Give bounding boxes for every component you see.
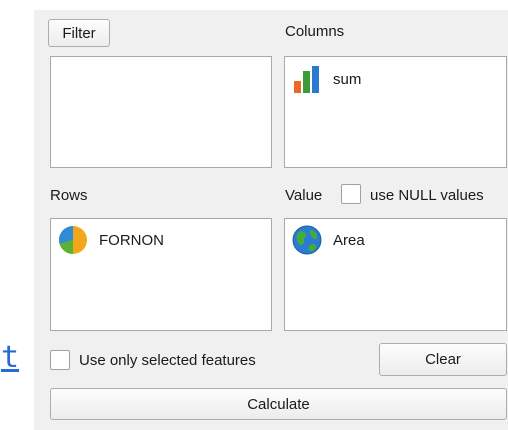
value-list[interactable]: Area	[284, 218, 507, 331]
page: t Filter Columns sum Rows FORNON Value u…	[0, 0, 508, 430]
list-item-label: FORNON	[99, 231, 164, 249]
calculate-button[interactable]: Calculate	[50, 388, 507, 420]
list-item-area[interactable]: Area	[285, 224, 506, 256]
pivot-table-panel: Filter Columns sum Rows FORNON Value use…	[34, 10, 508, 430]
use-null-values-checkbox[interactable]	[341, 184, 361, 204]
list-item-label: Area	[333, 231, 365, 249]
columns-list[interactable]: sum	[284, 56, 507, 168]
list-item-label: sum	[333, 70, 362, 88]
rows-label: Rows	[50, 187, 88, 204]
clear-button[interactable]: Clear	[379, 343, 507, 376]
value-label: Value	[285, 187, 323, 204]
background-link-fragment[interactable]: t	[1, 340, 19, 376]
columns-label: Columns	[285, 23, 345, 40]
filter-list[interactable]	[50, 56, 272, 168]
filter-button[interactable]: Filter	[48, 19, 110, 47]
list-item-fornon[interactable]: FORNON	[51, 224, 271, 256]
selected-only-checkbox[interactable]	[50, 350, 70, 370]
globe-icon	[292, 225, 322, 255]
rows-list[interactable]: FORNON	[50, 218, 272, 331]
bar-chart-icon	[294, 66, 319, 93]
use-null-values-label: use NULL values	[370, 187, 484, 204]
list-item-sum[interactable]: sum	[285, 63, 506, 95]
pie-chart-icon	[59, 226, 87, 254]
selected-only-label: Use only selected features	[79, 352, 256, 369]
